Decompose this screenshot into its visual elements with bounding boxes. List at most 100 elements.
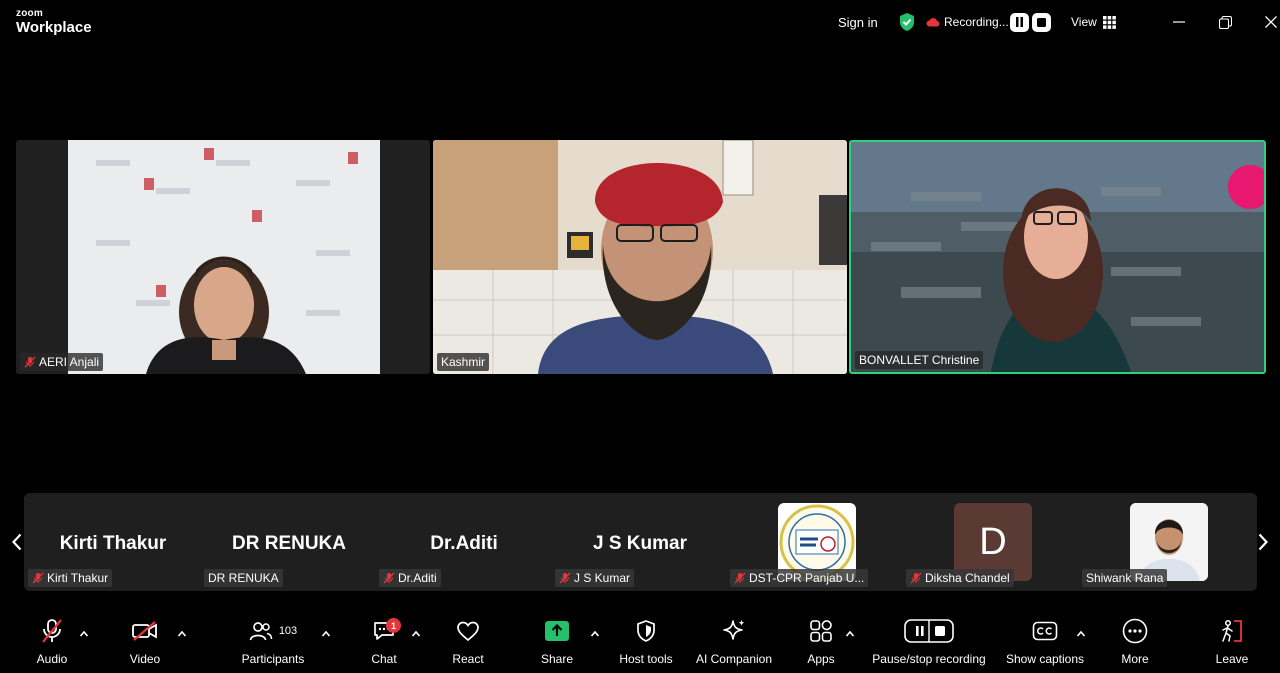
participant-name-tag: Dr.Aditi — [379, 569, 441, 587]
minimize-icon — [1173, 21, 1185, 23]
show-captions-button[interactable]: Show captions — [1004, 613, 1086, 673]
title-bar: zoom Workplace Sign in Recording... View — [0, 0, 1280, 44]
participant-name: Shiwank Rana — [1086, 571, 1164, 585]
participants-options-chevron-icon[interactable] — [321, 629, 331, 639]
restore-button[interactable] — [1202, 0, 1248, 44]
participant-name: Kirti Thakur — [47, 571, 109, 585]
close-button[interactable] — [1248, 0, 1280, 44]
more-label: More — [1121, 652, 1149, 666]
host-tools-button[interactable]: Host tools — [616, 613, 676, 673]
video-button[interactable]: Video — [125, 613, 165, 673]
participant-name: Dr.Aditi — [398, 571, 437, 585]
participant-video — [68, 140, 380, 374]
sparkle-icon — [723, 620, 745, 640]
participant-gallery-strip: Kirti Thakur Kirti Thakur DR RENUKA DR R… — [24, 493, 1257, 591]
gallery-tile[interactable]: Dr.Aditi Dr.Aditi — [379, 493, 549, 591]
video-tile-1[interactable]: AERI Anjali — [16, 140, 430, 374]
captions-options-chevron-icon[interactable] — [1076, 629, 1086, 639]
pause-recording-button[interactable] — [1010, 12, 1029, 32]
chat-unread-badge: 1 — [386, 618, 401, 633]
participant-name: BONVALLET Christine — [859, 353, 980, 367]
participant-display-name: Dr.Aditi — [430, 533, 498, 554]
participant-display-name: Kirti Thakur — [59, 533, 167, 554]
participant-name-tag: J S Kumar — [555, 569, 635, 587]
encryption-shield-icon[interactable] — [898, 0, 916, 44]
participants-count: 103 — [278, 625, 298, 637]
cloud-recording-icon — [926, 18, 940, 27]
participant-name-tag: AERI Anjali — [20, 353, 104, 371]
restore-icon — [1218, 15, 1232, 29]
video-off-icon — [132, 621, 157, 641]
view-label: View — [1071, 15, 1097, 29]
muted-mic-icon — [42, 619, 62, 643]
video-tile-2[interactable]: Kashmir — [433, 140, 847, 374]
chat-label: Chat — [371, 652, 397, 666]
leave-icon — [1222, 619, 1242, 642]
recording-label: Recording... — [944, 15, 1009, 29]
react-button[interactable]: React — [448, 613, 488, 673]
participant-name-tag: Kirti Thakur — [28, 569, 113, 587]
participant-display-name: DR RENUKA — [232, 533, 346, 554]
muted-mic-icon — [32, 572, 44, 584]
more-icon — [1122, 618, 1148, 644]
apps-options-chevron-icon[interactable] — [845, 629, 855, 639]
participants-icon — [249, 622, 273, 641]
participant-name-tag: DST-CPR Panjab U... — [730, 569, 869, 587]
participant-video — [433, 140, 847, 374]
stop-recording-button[interactable] — [1032, 12, 1051, 32]
gallery-tile[interactable]: Kirti Thakur Kirti Thakur — [28, 493, 198, 591]
gallery-tile[interactable]: DR RENUKA DR RENUKA — [204, 493, 374, 591]
participant-name-tag: Kashmir — [437, 353, 490, 371]
ai-companion-button[interactable]: AI Companion — [694, 613, 774, 673]
share-options-chevron-icon[interactable] — [590, 629, 600, 639]
participant-name-tag: BONVALLET Christine — [855, 351, 984, 369]
apps-label: Apps — [807, 652, 835, 666]
show-captions-label: Show captions — [1005, 652, 1085, 666]
share-label: Share — [540, 652, 574, 666]
participant-name-tag: Diksha Chandel — [906, 569, 1014, 587]
participant-name-tag: Shiwank Rana — [1082, 569, 1168, 587]
captions-icon — [1032, 621, 1058, 641]
video-tile-active-speaker[interactable]: BONVALLET Christine — [849, 140, 1266, 374]
audio-label: Audio — [36, 652, 68, 666]
recording-indicator[interactable]: Recording... — [926, 0, 1009, 44]
apps-button[interactable]: Apps — [801, 613, 841, 673]
muted-mic-icon — [24, 356, 36, 368]
react-label: React — [452, 652, 484, 666]
participant-name: AERI Anjali — [39, 355, 100, 369]
chat-options-chevron-icon[interactable] — [411, 629, 421, 639]
heart-icon — [457, 621, 479, 642]
video-options-chevron-icon[interactable] — [177, 629, 187, 639]
leave-button[interactable]: Leave — [1212, 613, 1252, 673]
brand-top: zoom — [16, 8, 43, 19]
participants-label: Participants — [241, 652, 305, 666]
gallery-tile[interactable]: D Diksha Chandel — [906, 493, 1076, 591]
participant-display-name: J S Kumar — [593, 533, 687, 554]
muted-mic-icon — [559, 572, 571, 584]
muted-mic-icon — [383, 572, 395, 584]
brand-bottom: Workplace — [16, 19, 92, 36]
share-screen-icon — [545, 621, 569, 641]
chat-button[interactable]: 1 Chat — [364, 613, 404, 673]
apps-icon — [810, 620, 832, 642]
audio-button[interactable]: Audio — [32, 613, 72, 673]
gallery-tile[interactable]: DST-CPR Panjab U... — [730, 493, 900, 591]
participants-button[interactable]: 103 Participants — [238, 613, 308, 673]
pause-stop-recording-button[interactable]: Pause/stop recording — [868, 613, 990, 673]
audio-options-chevron-icon[interactable] — [79, 629, 89, 639]
leave-label: Leave — [1215, 652, 1249, 666]
meeting-toolbar: Audio Video 103 Participants 1 Chat Reac… — [0, 613, 1280, 673]
gallery-tile[interactable]: Shiwank Rana — [1082, 493, 1252, 591]
minimize-button[interactable] — [1156, 0, 1202, 44]
participant-name-tag: DR RENUKA — [204, 569, 283, 587]
more-button[interactable]: More — [1115, 613, 1155, 673]
view-button[interactable]: View — [1071, 0, 1116, 44]
grid-icon — [1102, 15, 1116, 29]
sign-in-button[interactable]: Sign in — [838, 0, 878, 44]
muted-mic-icon — [734, 572, 746, 584]
pause-icon — [1016, 17, 1023, 27]
gallery-tile[interactable]: J S Kumar J S Kumar — [555, 493, 725, 591]
participant-name: Kashmir — [441, 355, 486, 369]
share-button[interactable]: Share — [537, 613, 577, 673]
participant-name: DST-CPR Panjab U... — [749, 571, 865, 585]
